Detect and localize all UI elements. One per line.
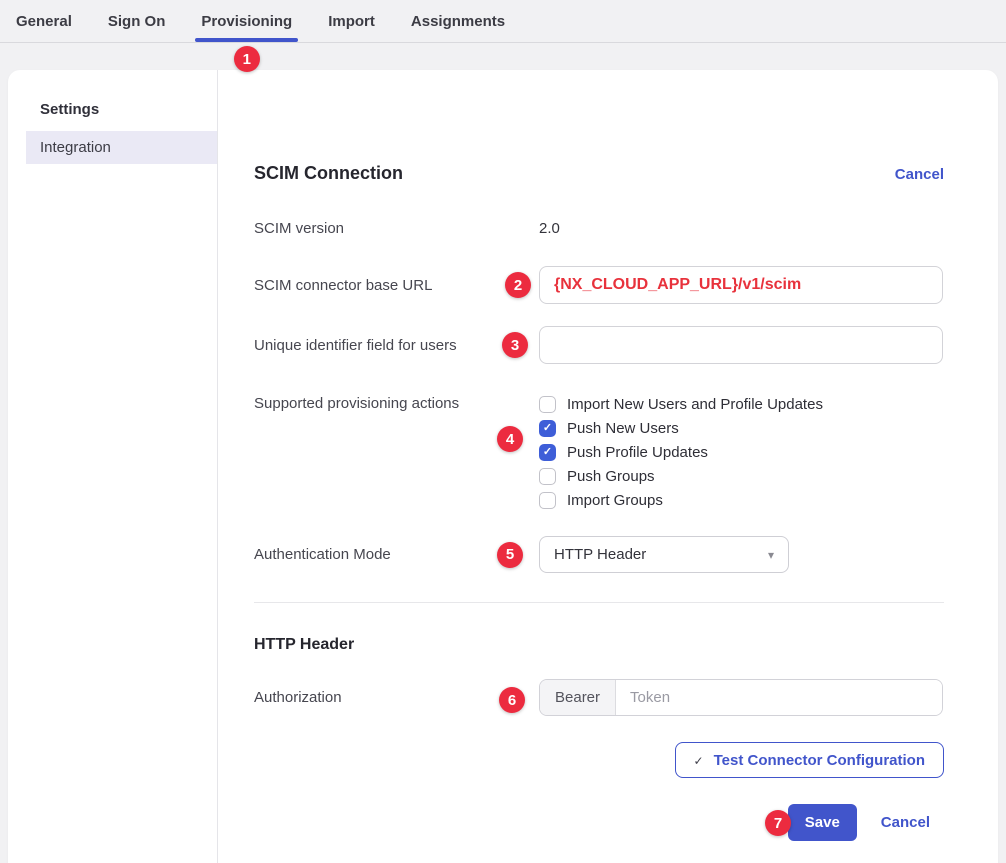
option-push-groups[interactable]: Push Groups: [539, 464, 823, 488]
scim-version-label: SCIM version: [254, 220, 539, 237]
footer-actions: 7 Save Cancel: [254, 804, 944, 841]
checkbox-import-groups[interactable]: [539, 492, 556, 509]
provisioning-actions-label: Supported provisioning actions: [254, 392, 539, 512]
bearer-prefix: Bearer: [540, 680, 616, 715]
provisioning-actions-row: Supported provisioning actions 4 Import …: [254, 392, 944, 512]
test-connector-label: Test Connector Configuration: [714, 752, 925, 769]
checkbox-push-new-users[interactable]: [539, 420, 556, 437]
section-divider: [254, 602, 944, 603]
auth-mode-row: Authentication Mode 5 HTTP Header: [254, 536, 944, 573]
token-input[interactable]: [616, 680, 942, 715]
settings-sidebar: Settings Integration: [8, 70, 218, 863]
tab-sign-on[interactable]: Sign On: [108, 0, 166, 42]
annotation-badge-6: 6: [499, 687, 525, 713]
annotation-badge-3: 3: [502, 332, 528, 358]
option-import-groups[interactable]: Import Groups: [539, 488, 823, 512]
checkbox-import-new-users[interactable]: [539, 396, 556, 413]
unique-id-label: Unique identifier field for users: [254, 337, 539, 354]
tab-provisioning-label: Provisioning: [201, 13, 292, 30]
test-connector-button[interactable]: Test Connector Configuration: [675, 742, 944, 778]
unique-id-input[interactable]: [539, 326, 943, 364]
checkbox-push-groups[interactable]: [539, 468, 556, 485]
option-import-new-users[interactable]: Import New Users and Profile Updates: [539, 392, 823, 416]
cancel-link-bottom[interactable]: Cancel: [881, 814, 930, 831]
option-label: Push Groups: [567, 468, 655, 485]
app-tabbar: General Sign On Provisioning 1 Import As…: [0, 0, 1006, 43]
scim-version-value: 2.0: [539, 220, 560, 237]
check-icon: [694, 753, 704, 768]
option-label: Import Groups: [567, 492, 663, 509]
tab-assignments[interactable]: Assignments: [411, 0, 505, 42]
option-push-profile-updates[interactable]: Push Profile Updates: [539, 440, 823, 464]
scim-version-row: SCIM version 2.0: [254, 218, 944, 238]
cancel-link-top[interactable]: Cancel: [895, 166, 944, 183]
scim-connection-panel: SCIM Connection Cancel SCIM version 2.0 …: [218, 70, 998, 863]
option-label: Push New Users: [567, 420, 679, 437]
provisioning-card: Settings Integration SCIM Connection Can…: [8, 70, 998, 863]
base-url-row: SCIM connector base URL 2: [254, 266, 944, 304]
http-header-section-title: HTTP Header: [254, 636, 944, 654]
option-label: Import New Users and Profile Updates: [567, 396, 823, 413]
authorization-input-group: Bearer: [539, 679, 943, 716]
annotation-badge-2: 2: [505, 272, 531, 298]
save-button[interactable]: Save: [788, 804, 857, 841]
annotation-badge-5: 5: [497, 542, 523, 568]
sidebar-item-integration[interactable]: Integration: [26, 131, 217, 164]
tab-import[interactable]: Import: [328, 0, 375, 42]
auth-mode-select[interactable]: HTTP Header: [539, 536, 789, 573]
auth-mode-selected-value: HTTP Header: [554, 546, 646, 563]
test-connector-row: Test Connector Configuration: [254, 742, 944, 778]
chevron-down-icon: [768, 546, 774, 563]
base-url-label: SCIM connector base URL: [254, 277, 539, 294]
authorization-row: Authorization 6 Bearer: [254, 679, 944, 716]
tab-general[interactable]: General: [16, 0, 72, 42]
page-title: SCIM Connection: [254, 163, 403, 184]
provisioning-actions-options: Import New Users and Profile Updates Pus…: [539, 392, 823, 512]
checkbox-push-profile-updates[interactable]: [539, 444, 556, 461]
base-url-input[interactable]: [539, 266, 943, 304]
tab-provisioning[interactable]: Provisioning 1: [201, 0, 292, 42]
annotation-badge-7: 7: [765, 810, 791, 836]
annotation-badge-4: 4: [497, 426, 523, 452]
sidebar-header: Settings: [40, 101, 217, 118]
annotation-badge-1: 1: [234, 46, 260, 72]
option-push-new-users[interactable]: Push New Users: [539, 416, 823, 440]
unique-id-row: Unique identifier field for users 3: [254, 326, 944, 364]
option-label: Push Profile Updates: [567, 444, 708, 461]
authorization-label: Authorization: [254, 689, 539, 706]
